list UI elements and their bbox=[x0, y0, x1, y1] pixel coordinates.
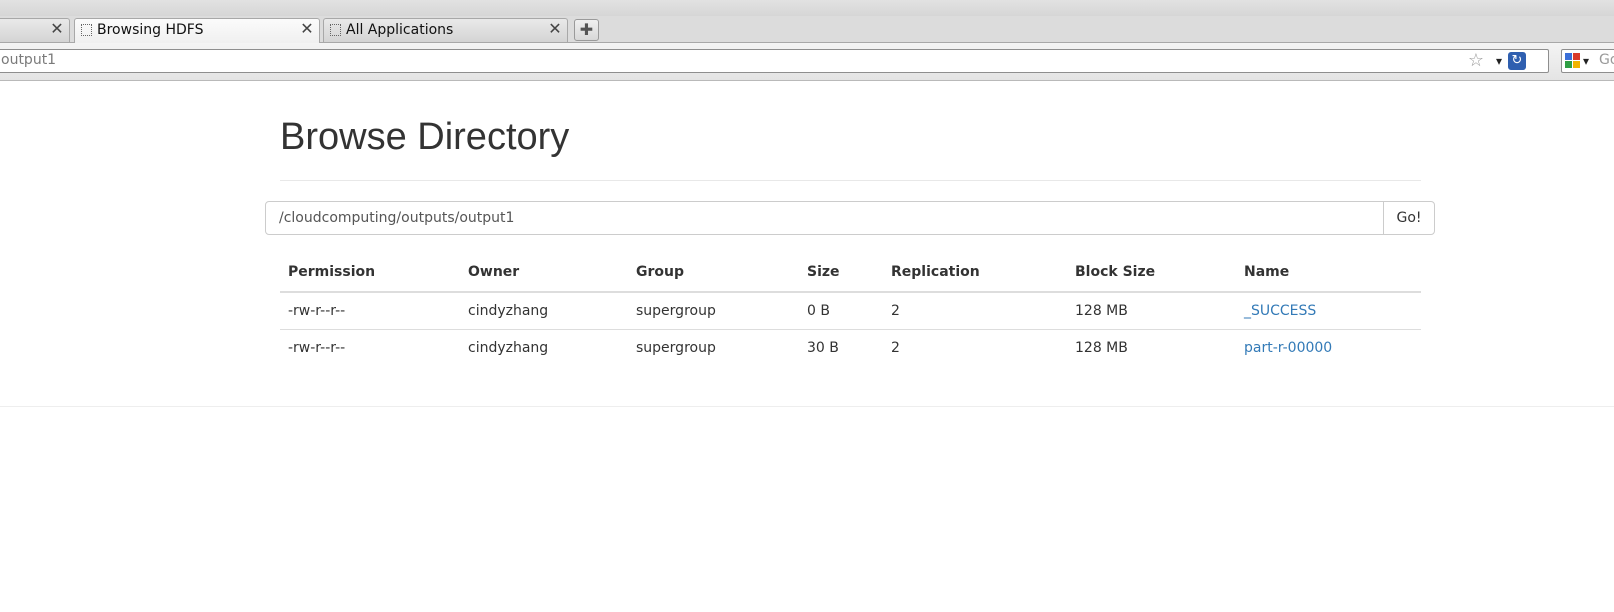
divider bbox=[280, 180, 1421, 181]
table-row: -rw-r--r-- cindyzhang supergroup 0 B 2 1… bbox=[280, 292, 1421, 330]
cell-replication: 2 bbox=[883, 329, 1067, 366]
search-placeholder: Go bbox=[1599, 52, 1614, 68]
close-icon[interactable]: ✕ bbox=[49, 21, 65, 37]
close-icon[interactable]: ✕ bbox=[547, 21, 563, 37]
cell-block-size: 128 MB bbox=[1075, 303, 1128, 319]
header-owner[interactable]: Owner bbox=[460, 253, 628, 293]
plus-icon: ✚ bbox=[579, 20, 594, 39]
cell-size: 30 B bbox=[799, 329, 883, 366]
cell-permission: -rw-r--r-- bbox=[288, 303, 346, 319]
page-icon bbox=[330, 24, 341, 36]
chevron-down-icon[interactable]: ▾ bbox=[1583, 51, 1589, 71]
cell-permission: -rw-r--r-- bbox=[280, 329, 460, 366]
address-text: output1 bbox=[1, 52, 57, 68]
tab-title: All Applications bbox=[346, 22, 454, 38]
cell-group: supergroup bbox=[636, 303, 716, 319]
page-icon bbox=[81, 24, 92, 36]
reload-icon[interactable]: ↻ bbox=[1508, 52, 1526, 70]
page-title: Browse Directory bbox=[280, 116, 570, 158]
tab-browsing-hdfs[interactable]: Browsing HDFS ✕ bbox=[74, 18, 320, 43]
search-box[interactable]: ▾ Go bbox=[1561, 49, 1614, 73]
navigation-toolbar: output1 ☆ ▾ ↻ ▾ Go bbox=[0, 43, 1614, 81]
header-size[interactable]: Size bbox=[799, 253, 883, 293]
window-titlebar bbox=[0, 0, 1614, 16]
divider bbox=[0, 406, 1614, 407]
table-row: -rw-r--r-- cindyzhang supergroup 30 B 2 … bbox=[280, 329, 1421, 366]
cell-name: part-r-00000 bbox=[1236, 329, 1421, 366]
tab-title: Browsing HDFS bbox=[97, 22, 204, 38]
star-icon[interactable]: ☆ bbox=[1468, 50, 1484, 72]
header-permission[interactable]: Permission bbox=[280, 253, 460, 293]
directory-path-input[interactable] bbox=[265, 201, 1384, 235]
table-header-row: Permission Owner Group Size Replication … bbox=[280, 253, 1421, 293]
cell-block-size: 128 MB bbox=[1067, 329, 1236, 366]
google-icon[interactable] bbox=[1565, 53, 1581, 69]
address-bar[interactable]: output1 ☆ ▾ ↻ bbox=[0, 49, 1549, 73]
cell-size: 0 B bbox=[807, 303, 830, 319]
cell-name: _SUCCESS bbox=[1236, 292, 1421, 330]
header-block-size[interactable]: Block Size bbox=[1067, 253, 1236, 293]
chevron-down-icon[interactable]: ▾ bbox=[1496, 50, 1502, 72]
cell-owner: cindyzhang bbox=[468, 303, 549, 319]
header-name[interactable]: Name bbox=[1236, 253, 1421, 293]
file-link[interactable]: _SUCCESS bbox=[1244, 303, 1316, 319]
header-replication[interactable]: Replication bbox=[883, 253, 1067, 293]
tab-all-applications[interactable]: All Applications ✕ bbox=[323, 18, 568, 42]
go-button[interactable]: Go! bbox=[1383, 201, 1435, 235]
header-group[interactable]: Group bbox=[628, 253, 799, 293]
path-form: Go! bbox=[265, 201, 1435, 235]
tab-previous[interactable]: ✕ bbox=[0, 18, 70, 42]
directory-table: Permission Owner Group Size Replication … bbox=[280, 253, 1421, 366]
new-tab-button[interactable]: ✚ bbox=[574, 19, 599, 41]
tab-bar: ✕ Browsing HDFS ✕ All Applications ✕ bbox=[0, 16, 1614, 43]
file-link[interactable]: part-r-00000 bbox=[1244, 340, 1332, 356]
close-icon[interactable]: ✕ bbox=[299, 21, 315, 37]
cell-group: supergroup bbox=[628, 329, 799, 366]
cell-owner: cindyzhang bbox=[460, 329, 628, 366]
cell-replication: 2 bbox=[891, 303, 900, 319]
